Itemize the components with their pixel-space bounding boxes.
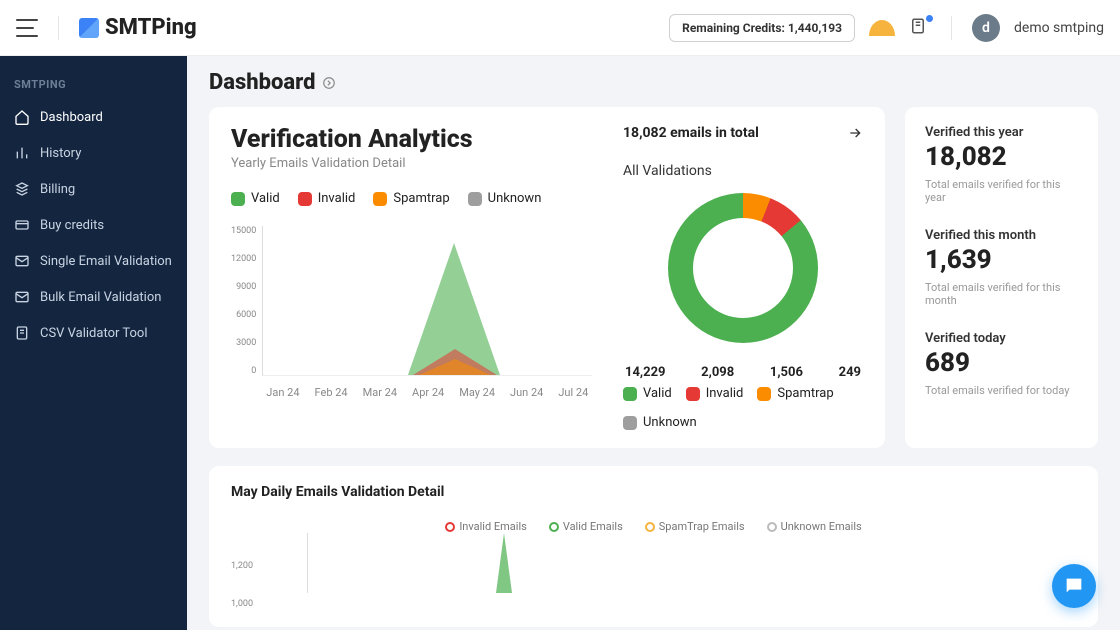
chat-icon bbox=[1063, 575, 1085, 597]
donut-chart bbox=[623, 193, 863, 343]
y-tick: 3000 bbox=[231, 338, 262, 348]
divider bbox=[58, 16, 59, 40]
daily-legend-spamtrap: SpamTrap Emails bbox=[645, 520, 745, 533]
sidebar-item-label: History bbox=[40, 146, 81, 161]
donut-legend-invalid: Invalid bbox=[686, 386, 744, 401]
legend-valid: Valid bbox=[231, 191, 280, 206]
stat-year-value: 18,082 bbox=[925, 142, 1078, 172]
x-tick: Jan 24 bbox=[266, 386, 299, 399]
x-tick: Mar 24 bbox=[363, 386, 397, 399]
daily-detail-card: May Daily Emails Validation Detail Inval… bbox=[209, 466, 1098, 627]
sidebar-item-dashboard[interactable]: Dashboard bbox=[0, 99, 187, 135]
mail-icon bbox=[14, 253, 30, 269]
notifications-button[interactable] bbox=[909, 17, 931, 39]
stat-year-desc: Total emails verified for this year bbox=[925, 178, 1078, 204]
sidebar-item-bulk-validation[interactable]: Bulk Email Validation bbox=[0, 279, 187, 315]
sidebar-item-buy-credits[interactable]: Buy credits bbox=[0, 207, 187, 243]
donut-legend-spamtrap: Spamtrap bbox=[757, 386, 833, 401]
y-tick: 1,000 bbox=[231, 599, 261, 609]
sidebar-item-label: Bulk Email Validation bbox=[40, 290, 161, 305]
stats-card: Verified this year 18,082 Total emails v… bbox=[905, 107, 1098, 448]
donut-legend-unknown: Unknown bbox=[623, 415, 697, 430]
stat-today-value: 689 bbox=[925, 348, 1078, 378]
sidebar: SMTPING Dashboard History Billing Buy cr… bbox=[0, 56, 187, 630]
y-tick: 1,200 bbox=[231, 561, 261, 571]
sidebar-item-label: Buy credits bbox=[40, 218, 104, 233]
analytics-subtitle: Yearly Emails Validation Detail bbox=[231, 156, 601, 171]
legend-spamtrap: Spamtrap bbox=[373, 191, 449, 206]
promo-icon[interactable] bbox=[869, 20, 895, 36]
sidebar-item-label: Single Email Validation bbox=[40, 254, 172, 269]
brand-text: SMTPing bbox=[105, 15, 197, 40]
all-validations-label: All Validations bbox=[623, 163, 863, 179]
stat-today-desc: Total emails verified for today bbox=[925, 384, 1078, 397]
daily-legend: Invalid Emails Valid Emails SpamTrap Ema… bbox=[231, 520, 1076, 533]
donut-valid-count: 14,229 bbox=[625, 365, 666, 380]
user-avatar[interactable]: d bbox=[972, 14, 1000, 42]
y-tick: 0 bbox=[231, 366, 262, 376]
analytics-title: Verification Analytics bbox=[231, 125, 601, 154]
x-tick: Apr 24 bbox=[412, 386, 444, 399]
stack-icon bbox=[14, 181, 30, 197]
daily-legend-invalid: Invalid Emails bbox=[445, 520, 527, 533]
home-icon bbox=[14, 109, 30, 125]
stat-today-label: Verified today bbox=[925, 331, 1078, 346]
yearly-legend: Valid Invalid Spamtrap Unknown bbox=[231, 191, 601, 206]
sidebar-item-single-validation[interactable]: Single Email Validation bbox=[0, 243, 187, 279]
sidebar-item-label: Dashboard bbox=[40, 110, 103, 125]
daily-legend-unknown: Unknown Emails bbox=[767, 520, 862, 533]
y-tick: 9000 bbox=[231, 282, 262, 292]
sidebar-item-label: CSV Validator Tool bbox=[40, 326, 148, 341]
donut-unknown-count: 249 bbox=[839, 365, 861, 380]
user-name-label[interactable]: demo smtping bbox=[1014, 20, 1104, 36]
stat-year-label: Verified this year bbox=[925, 125, 1078, 140]
sidebar-item-label: Billing bbox=[40, 182, 75, 197]
sidebar-item-history[interactable]: History bbox=[0, 135, 187, 171]
chat-fab-button[interactable] bbox=[1052, 564, 1096, 608]
page-title-text: Dashboard bbox=[209, 70, 316, 95]
daily-legend-valid: Valid Emails bbox=[549, 520, 623, 533]
main-content: Dashboard Verification Analytics Yearly … bbox=[187, 56, 1120, 630]
y-tick: 6000 bbox=[231, 310, 262, 320]
total-emails-line: 18,082 emails in total bbox=[623, 125, 863, 141]
daily-detail-title: May Daily Emails Validation Detail bbox=[231, 484, 1076, 500]
x-tick: Jun 24 bbox=[510, 386, 543, 399]
page-title: Dashboard bbox=[209, 70, 1098, 95]
x-tick: May 24 bbox=[459, 386, 495, 399]
donut-legend-valid: Valid bbox=[623, 386, 672, 401]
stat-month-value: 1,639 bbox=[925, 245, 1078, 275]
daily-chart bbox=[307, 533, 308, 593]
menu-toggle-button[interactable] bbox=[16, 19, 38, 37]
notification-dot-icon bbox=[926, 15, 933, 22]
stat-month-label: Verified this month bbox=[925, 228, 1078, 243]
arrow-right-icon[interactable] bbox=[847, 125, 863, 141]
donut-spamtrap-count: 1,506 bbox=[770, 365, 803, 380]
y-tick: 15000 bbox=[231, 226, 262, 236]
legend-unknown: Unknown bbox=[468, 191, 542, 206]
brand-logo-icon bbox=[79, 18, 99, 38]
x-tick: Feb 24 bbox=[315, 386, 348, 399]
file-icon bbox=[14, 325, 30, 341]
chevron-circle-icon bbox=[322, 76, 336, 90]
y-tick: 12000 bbox=[231, 254, 262, 264]
card-icon bbox=[14, 217, 30, 233]
stat-month-desc: Total emails verified for this month bbox=[925, 281, 1078, 307]
legend-invalid: Invalid bbox=[298, 191, 356, 206]
topbar: SMTPing Remaining Credits: 1,440,193 d d… bbox=[0, 0, 1120, 56]
x-tick: Jul 24 bbox=[558, 386, 588, 399]
analytics-card: Verification Analytics Yearly Emails Val… bbox=[209, 107, 885, 448]
sidebar-heading: SMTPING bbox=[0, 70, 187, 99]
donut-invalid-count: 2,098 bbox=[701, 365, 734, 380]
brand[interactable]: SMTPing bbox=[79, 15, 197, 40]
divider bbox=[951, 16, 952, 40]
sidebar-item-csv-tool[interactable]: CSV Validator Tool bbox=[0, 315, 187, 351]
sidebar-item-billing[interactable]: Billing bbox=[0, 171, 187, 207]
mail-bulk-icon bbox=[14, 289, 30, 305]
bars-icon bbox=[14, 145, 30, 161]
yearly-chart: 15000 12000 9000 6000 3000 0 Jan 24 Feb … bbox=[231, 226, 601, 399]
remaining-credits-badge[interactable]: Remaining Credits: 1,440,193 bbox=[669, 14, 855, 42]
